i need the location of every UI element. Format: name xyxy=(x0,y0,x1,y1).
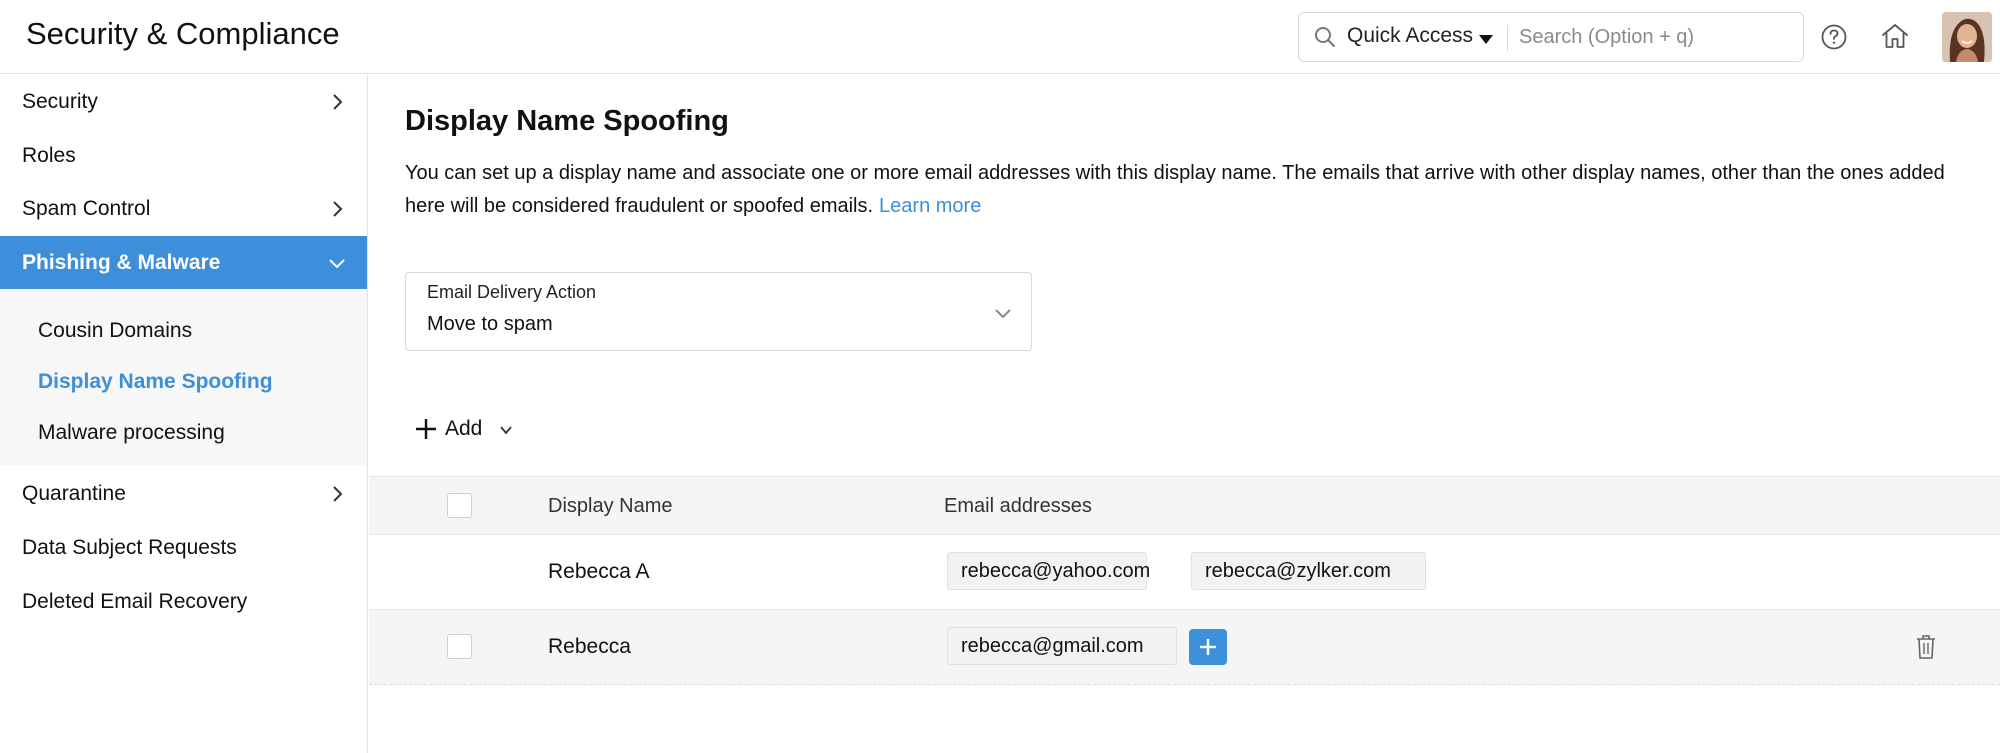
sidebar-item-label: Roles xyxy=(22,144,76,167)
display-name-cell: Rebecca xyxy=(548,635,631,658)
chevron-down-icon xyxy=(329,259,345,269)
sidebar-item-security[interactable]: Security xyxy=(0,75,367,129)
page-title: Display Name Spoofing xyxy=(405,105,729,137)
search-icon xyxy=(1315,27,1335,47)
search-bar[interactable]: Quick Access xyxy=(1298,12,1804,62)
home-icon[interactable] xyxy=(1880,22,1910,50)
add-email-button[interactable] xyxy=(1189,629,1227,665)
learn-more-link[interactable]: Learn more xyxy=(879,195,981,217)
select-all-checkbox[interactable] xyxy=(447,493,472,518)
display-name-cell: Rebecca A xyxy=(548,560,650,583)
sidebar-item-label: Security xyxy=(22,90,98,113)
avatar[interactable] xyxy=(1942,12,1992,62)
search-divider xyxy=(1507,25,1508,51)
column-header-email-addresses: Email addresses xyxy=(944,495,1092,517)
chevron-down-icon xyxy=(500,426,512,435)
page-description: You can set up a display name and associ… xyxy=(405,157,1985,223)
description-text: You can set up a display name and associ… xyxy=(405,162,1945,217)
sidebar-item-deleted-email-recovery[interactable]: Deleted Email Recovery xyxy=(0,575,367,629)
top-header: Security & Compliance Quick Access xyxy=(0,0,2000,74)
sidebar-subitem-malware-processing[interactable]: Malware processing xyxy=(38,421,225,445)
sidebar-item-label: Phishing & Malware xyxy=(22,251,221,274)
search-input[interactable] xyxy=(1519,21,1789,53)
sidebar-item-phishing-malware[interactable]: Phishing & Malware xyxy=(0,236,367,290)
help-icon[interactable] xyxy=(1820,23,1848,51)
trash-icon[interactable] xyxy=(1915,634,1937,660)
phishing-malware-submenu: Cousin Domains Display Name Spoofing Mal… xyxy=(0,289,367,465)
table-row[interactable]: Rebecca rebecca@gmail.com xyxy=(369,610,2000,685)
main-content: Display Name Spoofing You can set up a d… xyxy=(369,75,2000,753)
column-header-display-name: Display Name xyxy=(548,495,673,517)
sidebar-item-label: Spam Control xyxy=(22,197,151,220)
chevron-right-icon xyxy=(333,201,343,217)
sidebar-item-spam-control[interactable]: Spam Control xyxy=(0,182,367,236)
email-chip: rebecca@zylker.com xyxy=(1191,552,1426,590)
sidebar-item-quarantine[interactable]: Quarantine xyxy=(0,467,367,521)
app-title: Security & Compliance xyxy=(26,16,340,51)
email-chip: rebecca@yahoo.com xyxy=(947,552,1150,590)
sidebar-subitem-display-name-spoofing[interactable]: Display Name Spoofing xyxy=(38,370,273,394)
add-label: Add xyxy=(445,417,483,440)
sidebar-item-roles[interactable]: Roles xyxy=(0,129,367,183)
sidebar-item-label: Quarantine xyxy=(22,482,126,505)
sidebar: Security Roles Spam Control Phishing & M… xyxy=(0,75,368,753)
add-button[interactable]: Add xyxy=(415,413,525,447)
email-chip: rebecca@gmail.com xyxy=(947,627,1177,665)
plus-icon xyxy=(416,419,436,439)
sidebar-subitem-cousin-domains[interactable]: Cousin Domains xyxy=(38,319,192,343)
row-checkbox[interactable] xyxy=(447,634,472,659)
quick-access-dropdown[interactable]: Quick Access xyxy=(1347,24,1473,48)
chevron-right-icon xyxy=(333,486,343,502)
table-header-row: Display Name Email addresses xyxy=(369,476,2000,535)
chevron-right-icon xyxy=(333,94,343,110)
table-row[interactable]: Rebecca A rebecca@yahoo.com rebecca@zylk… xyxy=(369,535,2000,610)
plus-icon xyxy=(1200,639,1216,655)
sidebar-item-label: Data Subject Requests xyxy=(22,536,237,559)
sidebar-item-label: Deleted Email Recovery xyxy=(22,590,248,613)
caret-down-icon[interactable] xyxy=(1479,35,1493,44)
delivery-action-value: Move to spam xyxy=(427,313,553,335)
email-delivery-action-select[interactable]: Email Delivery Action Move to spam xyxy=(405,272,1032,351)
sidebar-item-data-subject-requests[interactable]: Data Subject Requests xyxy=(0,521,367,575)
delivery-action-label: Email Delivery Action xyxy=(427,282,597,302)
chevron-down-icon xyxy=(995,309,1011,319)
